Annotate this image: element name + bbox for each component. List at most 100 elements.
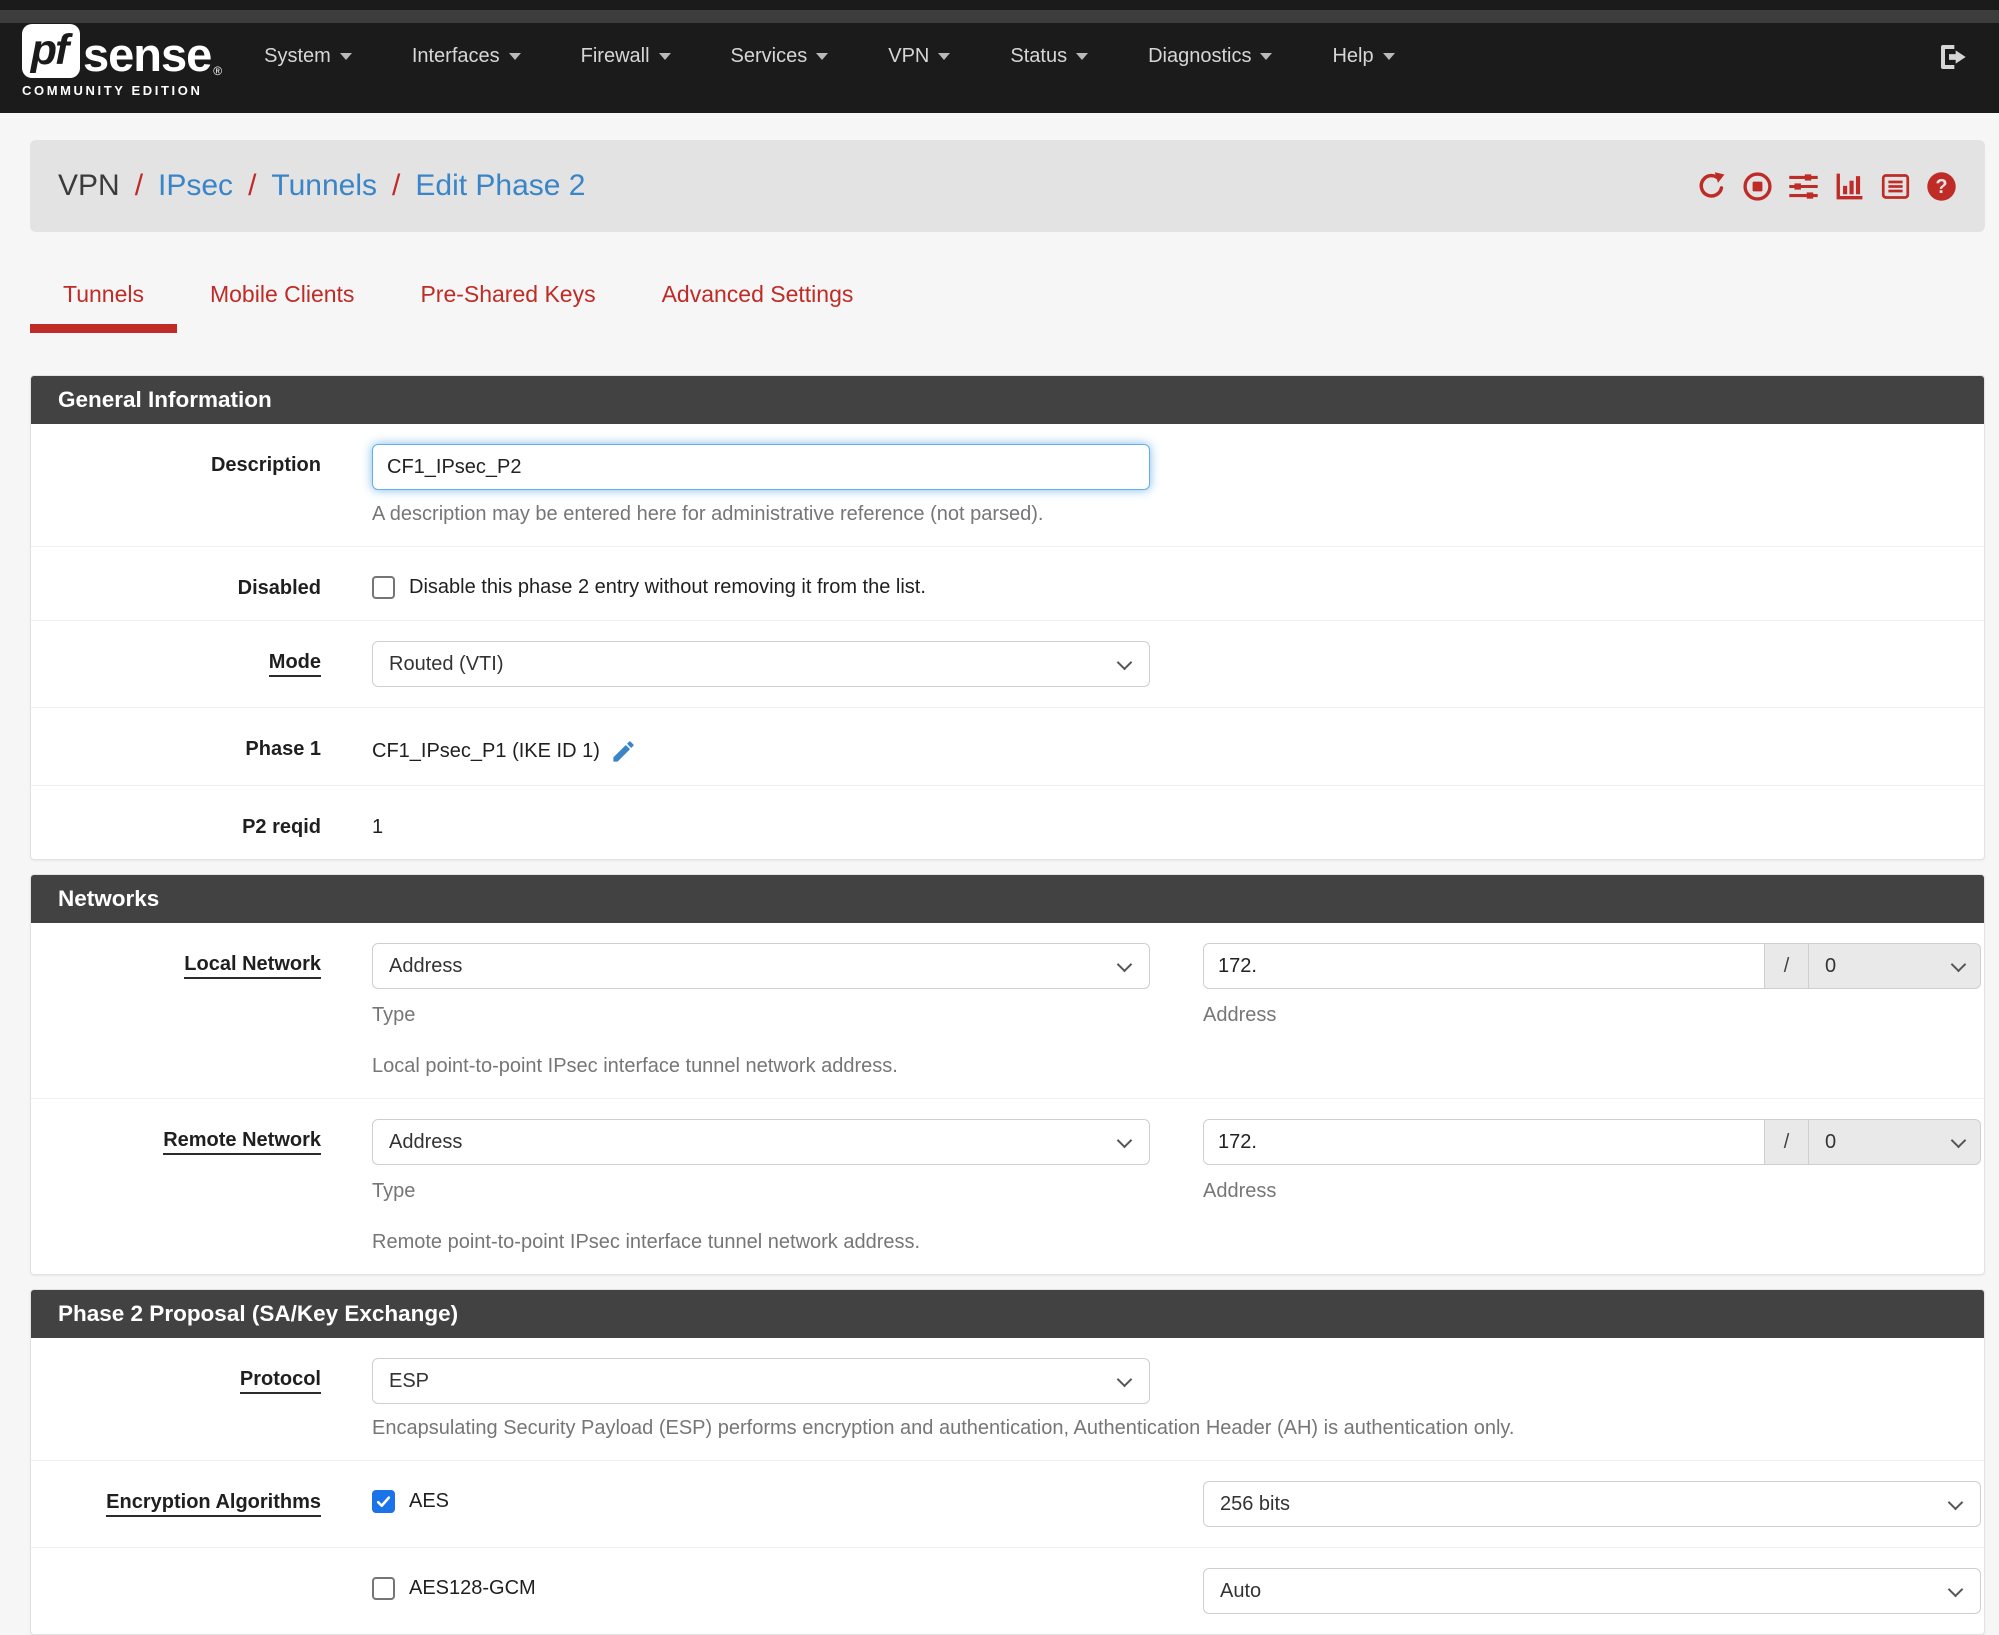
- description-help: A description may be entered here for ad…: [372, 503, 1044, 525]
- logo-tagline: COMMUNITY EDITION: [22, 82, 203, 98]
- breadcrumb-tunnels-link[interactable]: Tunnels: [271, 169, 377, 203]
- encryption-algorithms-label: Encryption Algorithms: [31, 1481, 321, 1517]
- protocol-row: Protocol ESP Encapsulating Security Payl…: [31, 1338, 1984, 1460]
- aes128gcm-label: AES128-GCM: [409, 1577, 536, 1599]
- remote-network-address-input[interactable]: [1203, 1119, 1765, 1165]
- related-settings-button[interactable]: [1788, 171, 1819, 202]
- menu-item-status[interactable]: Status: [980, 31, 1118, 82]
- remote-type-help: Type: [372, 1180, 416, 1202]
- sliders-icon: [1789, 173, 1818, 199]
- protocol-help: Encapsulating Security Payload (ESP) per…: [372, 1417, 1515, 1439]
- description-label: Description: [210, 454, 321, 476]
- caret-down-icon: [816, 53, 829, 60]
- local-address-help: Address: [1203, 1004, 1277, 1026]
- networks-panel: Networks Local Network Address Type /: [30, 874, 1985, 1275]
- page-action-buttons: ?: [1696, 171, 1957, 202]
- aes-keylen-select[interactable]: 256 bits: [1203, 1481, 1981, 1527]
- help-icon: ?: [1927, 171, 1956, 201]
- pfsense-logo[interactable]: pf sense ® COMMUNITY EDITION: [22, 23, 223, 98]
- encryption-aes128gcm-row: AES128-GCM Auto: [31, 1547, 1984, 1634]
- tab-tunnels[interactable]: Tunnels: [30, 269, 177, 333]
- refresh-service-button[interactable]: [1696, 171, 1727, 202]
- registered-mark: ®: [213, 63, 223, 78]
- breadcrumb-bar: VPN / IPsec / Tunnels / Edit Phase 2 ?: [30, 140, 1985, 232]
- log-button[interactable]: [1880, 171, 1911, 202]
- disabled-label: Disabled: [237, 577, 321, 599]
- protocol-select[interactable]: ESP: [372, 1358, 1150, 1404]
- svg-text:?: ?: [1935, 176, 1947, 198]
- chevron-down-icon: [1947, 1581, 1964, 1598]
- description-row: Description A description may be entered…: [31, 424, 1984, 546]
- caret-down-icon: [938, 53, 951, 60]
- panel-title: General Information: [31, 376, 1984, 424]
- p2reqid-label: P2 reqid: [242, 816, 321, 838]
- tab-advanced-settings[interactable]: Advanced Settings: [629, 269, 887, 333]
- tab-pre-shared-keys[interactable]: Pre-Shared Keys: [387, 269, 628, 333]
- caret-down-icon: [1382, 53, 1395, 60]
- logo-text: sense: [83, 27, 212, 81]
- status-graph-button[interactable]: [1834, 171, 1865, 202]
- menu-item-firewall[interactable]: Firewall: [551, 31, 701, 82]
- menu-item-interfaces[interactable]: Interfaces: [382, 31, 551, 82]
- caret-down-icon: [658, 53, 671, 60]
- menu-item-system[interactable]: System: [234, 31, 382, 82]
- panel-title: Phase 2 Proposal (SA/Key Exchange): [31, 1290, 1984, 1338]
- p2reqid-row: P2 reqid 1: [31, 785, 1984, 859]
- ipsec-tabs: Tunnels Mobile Clients Pre-Shared Keys A…: [30, 269, 1985, 333]
- aes-label: AES: [409, 1490, 450, 1512]
- mode-label: Mode: [31, 641, 321, 677]
- local-network-prefix-select[interactable]: 0: [1809, 943, 1981, 989]
- chevron-down-icon: [1116, 1132, 1133, 1149]
- aes-checkbox[interactable]: [372, 1490, 395, 1513]
- top-navbar: pf sense ® COMMUNITY EDITION System Inte…: [0, 0, 1999, 113]
- breadcrumb: VPN / IPsec / Tunnels / Edit Phase 2: [58, 169, 586, 203]
- caret-down-icon: [1260, 53, 1273, 60]
- sign-out-icon: [1941, 44, 1966, 69]
- remote-network-label: Remote Network: [31, 1119, 321, 1155]
- logout-button[interactable]: [1937, 41, 1969, 73]
- mode-row: Mode Routed (VTI): [31, 620, 1984, 707]
- local-network-type-select[interactable]: Address: [372, 943, 1150, 989]
- caret-down-icon: [339, 53, 352, 60]
- disabled-checkbox-label: Disable this phase 2 entry without remov…: [409, 576, 926, 598]
- description-input[interactable]: [372, 444, 1150, 490]
- remote-network-prefix-select[interactable]: 0: [1809, 1119, 1981, 1165]
- disabled-row: Disabled Disable this phase 2 entry with…: [31, 546, 1984, 620]
- tab-mobile-clients[interactable]: Mobile Clients: [177, 269, 387, 333]
- slash-addon: /: [1765, 1119, 1809, 1165]
- breadcrumb-ipsec-link[interactable]: IPsec: [158, 169, 233, 203]
- chevron-down-icon: [1116, 1371, 1133, 1388]
- remote-network-row: Remote Network Address Type / 0: [31, 1098, 1984, 1274]
- menu-item-help[interactable]: Help: [1302, 31, 1424, 82]
- remote-address-help: Address: [1203, 1180, 1277, 1202]
- remote-network-type-select[interactable]: Address: [372, 1119, 1150, 1165]
- stop-service-button[interactable]: [1742, 171, 1773, 202]
- aes128gcm-keylen-select[interactable]: Auto: [1203, 1568, 1981, 1614]
- remote-network-help: Remote point-to-point IPsec interface tu…: [372, 1231, 921, 1253]
- local-network-label: Local Network: [31, 943, 321, 979]
- p2reqid-value: 1: [372, 816, 384, 838]
- local-network-address-input[interactable]: [1203, 943, 1765, 989]
- chevron-down-icon: [1947, 1494, 1964, 1511]
- menu-item-diagnostics[interactable]: Diagnostics: [1118, 31, 1302, 82]
- chevron-down-icon: [1116, 654, 1133, 671]
- chevron-down-icon: [1950, 956, 1967, 973]
- disabled-checkbox[interactable]: [372, 576, 395, 599]
- refresh-icon: [1699, 171, 1725, 198]
- phase2-proposal-panel: Phase 2 Proposal (SA/Key Exchange) Proto…: [30, 1289, 1985, 1635]
- chevron-down-icon: [1116, 956, 1133, 973]
- phase1-row: Phase 1 CF1_IPsec_P1 (IKE ID 1): [31, 707, 1984, 785]
- breadcrumb-vpn: VPN: [58, 169, 120, 202]
- pencil-icon[interactable]: [610, 738, 637, 765]
- stop-icon: [1743, 171, 1772, 201]
- breadcrumb-edit-phase2-link[interactable]: Edit Phase 2: [415, 169, 585, 203]
- local-type-help: Type: [372, 1004, 416, 1026]
- menu-item-vpn[interactable]: VPN: [858, 31, 980, 82]
- aes128gcm-checkbox[interactable]: [372, 1577, 395, 1600]
- caret-down-icon: [508, 53, 521, 60]
- help-button[interactable]: ?: [1926, 171, 1957, 202]
- slash-addon: /: [1765, 943, 1809, 989]
- mode-select[interactable]: Routed (VTI): [372, 641, 1150, 687]
- menu-item-services[interactable]: Services: [701, 31, 859, 82]
- check-icon: [376, 1496, 391, 1508]
